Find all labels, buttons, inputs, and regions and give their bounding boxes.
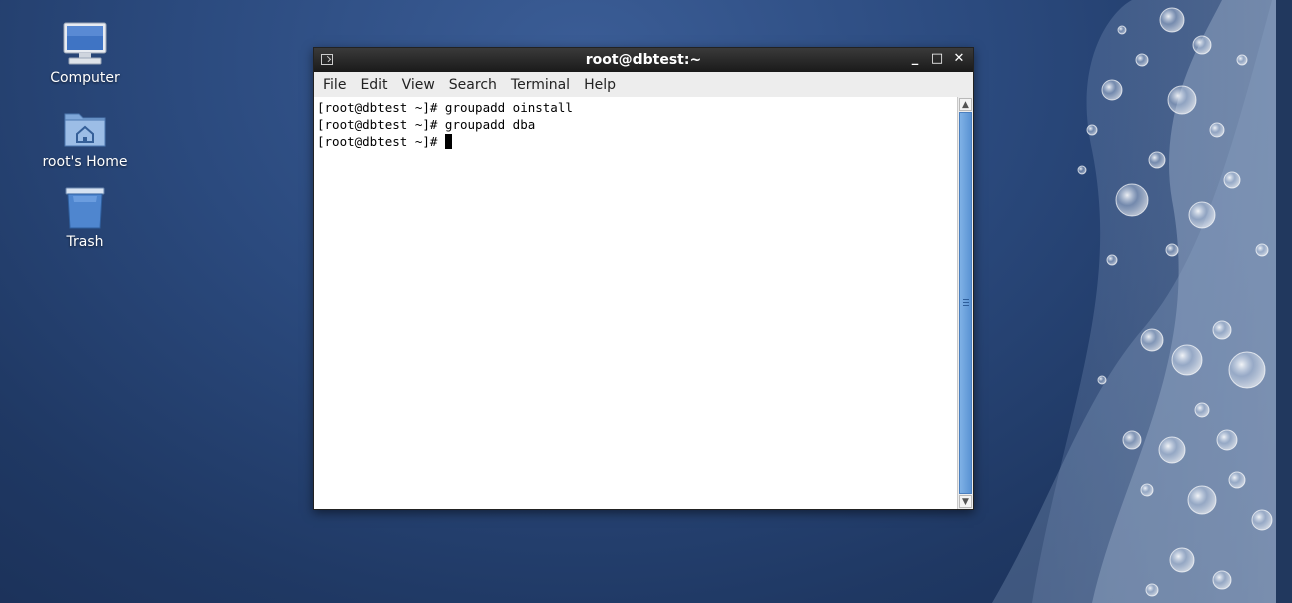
minimize-button[interactable]: _ [907, 51, 923, 67]
menu-view[interactable]: View [395, 77, 442, 93]
scroll-thumb[interactable] [959, 112, 972, 494]
screen-edge [1276, 0, 1292, 603]
maximize-button[interactable]: □ [929, 51, 945, 67]
desktop-icon-label: Computer [50, 70, 120, 86]
scroll-up-button[interactable]: ▲ [959, 98, 972, 111]
menu-file[interactable]: File [316, 77, 353, 93]
terminal-output[interactable]: [root@dbtest ~]# groupadd oinstall [root@… [314, 97, 957, 509]
desktop-icon-label: root's Home [42, 154, 128, 170]
menu-bar: File Edit View Search Terminal Help [314, 72, 973, 98]
scroll-down-button[interactable]: ▼ [959, 495, 972, 508]
title-bar[interactable]: root@dbtest:~ _ □ ✕ [314, 48, 973, 72]
desktop-icon-trash[interactable]: Trash [35, 184, 135, 250]
desktop-icon-home[interactable]: root's Home [35, 104, 135, 170]
desktop-icon-label: Trash [66, 234, 104, 250]
window-title: root@dbtest:~ [585, 52, 702, 68]
terminal-prompt-line: [root@dbtest ~]# [317, 133, 954, 150]
menu-search[interactable]: Search [442, 77, 504, 93]
close-button[interactable]: ✕ [951, 51, 967, 67]
menu-terminal[interactable]: Terminal [504, 77, 577, 93]
terminal-window[interactable]: root@dbtest:~ _ □ ✕ File Edit View Searc… [313, 47, 974, 510]
terminal-prompt: [root@dbtest ~]# [317, 134, 445, 149]
menu-help[interactable]: Help [577, 77, 623, 93]
terminal-app-icon [321, 54, 333, 65]
window-controls: _ □ ✕ [907, 51, 967, 67]
trash-icon [65, 187, 105, 229]
terminal-line: [root@dbtest ~]# groupadd oinstall [317, 100, 573, 115]
home-folder-icon [64, 113, 106, 147]
desktop-icon-computer[interactable]: Computer [35, 20, 135, 86]
vertical-scrollbar[interactable]: ▲ ▼ [957, 97, 973, 509]
menu-edit[interactable]: Edit [353, 77, 394, 93]
text-cursor [444, 134, 452, 149]
grip-icon [963, 299, 969, 306]
computer-icon [63, 22, 107, 65]
terminal-line: [root@dbtest ~]# groupadd dba [317, 117, 536, 132]
wallpaper-decoration [972, 0, 1292, 603]
